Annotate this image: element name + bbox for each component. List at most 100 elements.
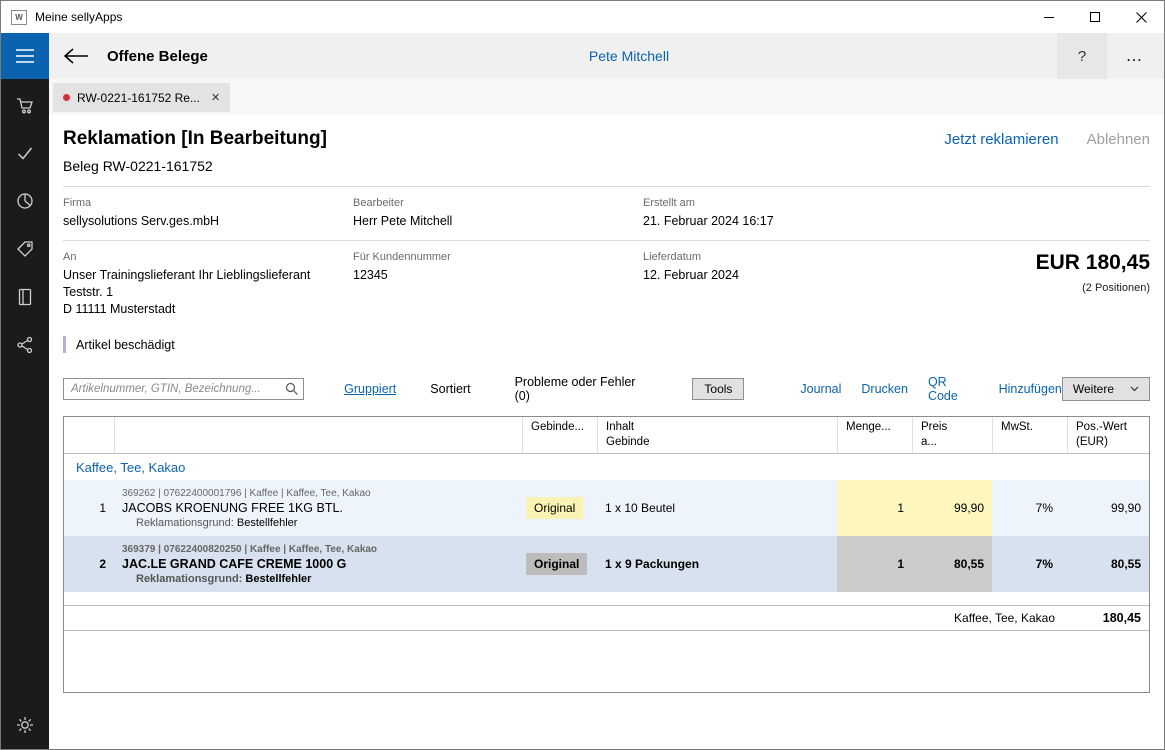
bearbeiter-label: Bearbeiter (353, 197, 643, 209)
complaint-note: Artikel beschädigt (76, 338, 175, 352)
row-number: 1 (64, 480, 114, 536)
firma-value: sellysolutions Serv.ges.mbH (63, 214, 353, 228)
complaint-reason: Reklamationsgrund: Bestellfehler (122, 573, 514, 585)
more-actions-label: Weitere (1073, 382, 1114, 396)
preis-cell[interactable]: 99,90 (912, 480, 992, 536)
erstellt-label: Erstellt am (643, 197, 933, 209)
article-meta: 369262 | 07622400001796 | Kaffee | Kaffe… (122, 488, 514, 499)
table-row[interactable]: 1 369262 | 07622400001796 | Kaffee | Kaf… (64, 480, 1149, 536)
article-meta: 369379 | 07622400820250 | Kaffee | Kaffe… (122, 544, 514, 555)
cart-icon[interactable] (13, 93, 37, 117)
group-subtotal-row: Kaffee, Tee, Kakao 180,45 (64, 605, 1149, 631)
article-name: JAC.LE GRAND CAFE CREME 1000 G (122, 557, 514, 571)
minimize-icon (1044, 12, 1055, 23)
grouped-toggle[interactable]: Gruppiert (344, 382, 396, 396)
titlebar: W Meine sellyApps (1, 1, 1164, 33)
mwst-cell: 7% (992, 480, 1067, 536)
gebinde-chip: Original (526, 497, 583, 519)
more-actions-dropdown[interactable]: Weitere (1062, 377, 1150, 401)
appbar: Offene Belege Pete Mitchell ? … (1, 33, 1164, 79)
toolbar: Gruppiert Sortiert Probleme oder Fehler … (63, 375, 1150, 403)
subtotal-group-label: Kaffee, Tee, Kakao (64, 611, 1067, 625)
tab-strip: RW-0221-161752 Re... ✕ (49, 79, 1164, 115)
header-menge[interactable]: Menge... (837, 417, 912, 453)
maximize-icon (1090, 12, 1101, 23)
search-input[interactable] (63, 378, 304, 400)
window-title: Meine sellyApps (35, 10, 122, 24)
tools-button[interactable]: Tools (692, 378, 744, 400)
settings-gear-icon[interactable] (13, 713, 37, 737)
maximize-button[interactable] (1072, 1, 1118, 33)
table-row-selected[interactable]: 2 369379 | 07622400820250 | Kaffee | Kaf… (64, 536, 1149, 592)
positions-table: Gebinde... InhaltGebinde Menge... Preisa… (63, 416, 1150, 693)
chevron-down-icon (1130, 386, 1139, 392)
firma-label: Firma (63, 197, 353, 209)
sorted-toggle[interactable]: Sortiert (430, 382, 470, 396)
note-marker (63, 336, 66, 353)
check-icon[interactable] (13, 141, 37, 165)
reklamieren-button[interactable]: Jetzt reklamieren (944, 131, 1058, 148)
sidebar (1, 79, 49, 749)
menge-cell[interactable]: 1 (837, 536, 912, 592)
share-network-icon[interactable] (13, 333, 37, 357)
mwst-cell: 7% (992, 536, 1067, 592)
close-button[interactable] (1118, 1, 1164, 33)
lieferdatum-label: Lieferdatum (643, 251, 863, 263)
an-line3: D 11111 Musterstadt (63, 302, 353, 316)
price-tag-icon[interactable] (13, 237, 37, 261)
row-number: 2 (64, 536, 114, 592)
journal-book-icon[interactable] (13, 285, 37, 309)
pie-chart-icon[interactable] (13, 189, 37, 213)
group-header[interactable]: Kaffee, Tee, Kakao (64, 454, 1149, 480)
article-name: JACOBS KROENUNG FREE 1KG BTL. (122, 501, 514, 515)
back-arrow-icon (63, 47, 89, 65)
hamburger-icon (15, 47, 35, 65)
back-button[interactable] (63, 47, 89, 65)
poswert-cell: 99,90 (1067, 480, 1149, 536)
add-link[interactable]: Hinzufügen (999, 382, 1062, 396)
header-article (114, 417, 522, 453)
app-window: W Meine sellyApps Offene Belege Pete Mit… (0, 0, 1165, 750)
header-preis[interactable]: Preisa... (912, 417, 992, 453)
print-link[interactable]: Drucken (861, 382, 908, 396)
tab-close-icon[interactable]: ✕ (211, 91, 220, 104)
user-name-link[interactable]: Pete Mitchell (589, 48, 669, 64)
document-title: Reklamation [In Bearbeitung] (63, 128, 327, 150)
kundennummer-value: 12345 (353, 268, 643, 282)
complaint-reason: Reklamationsgrund: Bestellfehler (122, 517, 514, 529)
inhalt-cell: 1 x 9 Packungen (597, 536, 837, 592)
header-gebinde[interactable]: Gebinde... (522, 417, 597, 453)
more-options-button[interactable]: … (1112, 33, 1156, 79)
help-button[interactable]: ? (1057, 33, 1107, 79)
close-icon (1136, 12, 1147, 23)
bearbeiter-value: Herr Pete Mitchell (353, 214, 643, 228)
lieferdatum-value: 12. Februar 2024 (643, 268, 863, 282)
table-header: Gebinde... InhaltGebinde Menge... Preisa… (64, 417, 1149, 454)
unsaved-dot-icon (63, 94, 70, 101)
main-content: Reklamation [In Bearbeitung] Jetzt rekla… (49, 115, 1164, 749)
subtotal-value: 180,45 (1067, 611, 1149, 625)
preis-cell[interactable]: 80,55 (912, 536, 992, 592)
document-total: EUR 180,45 (1036, 251, 1150, 275)
erstellt-value: 21. Februar 2024 16:17 (643, 214, 933, 228)
an-line1: Unser Trainingslieferant Ihr Lieblingsli… (63, 268, 353, 282)
ablehnen-button[interactable]: Ablehnen (1087, 131, 1150, 148)
header-num (64, 417, 114, 453)
an-label: An (63, 251, 353, 263)
problems-toggle[interactable]: Probleme oder Fehler (0) (515, 375, 651, 403)
header-poswert[interactable]: Pos.-Wert(EUR) (1067, 417, 1149, 453)
journal-link[interactable]: Journal (800, 382, 841, 396)
header-inhalt[interactable]: InhaltGebinde (597, 417, 837, 453)
page-title: Offene Belege (107, 48, 208, 65)
qr-code-link[interactable]: QR Code (928, 375, 979, 403)
document-subtitle: Beleg RW-0221-161752 (63, 158, 1164, 174)
kundennummer-label: Für Kundennummer (353, 251, 643, 263)
menge-cell[interactable]: 1 (837, 480, 912, 536)
positions-count: (2 Positionen) (1036, 282, 1150, 294)
minimize-button[interactable] (1026, 1, 1072, 33)
gebinde-chip: Original (526, 553, 587, 575)
tab-document[interactable]: RW-0221-161752 Re... ✕ (53, 83, 230, 112)
hamburger-menu-button[interactable] (1, 33, 49, 79)
header-mwst[interactable]: MwSt. (992, 417, 1067, 453)
tab-label: RW-0221-161752 Re... (77, 91, 200, 105)
